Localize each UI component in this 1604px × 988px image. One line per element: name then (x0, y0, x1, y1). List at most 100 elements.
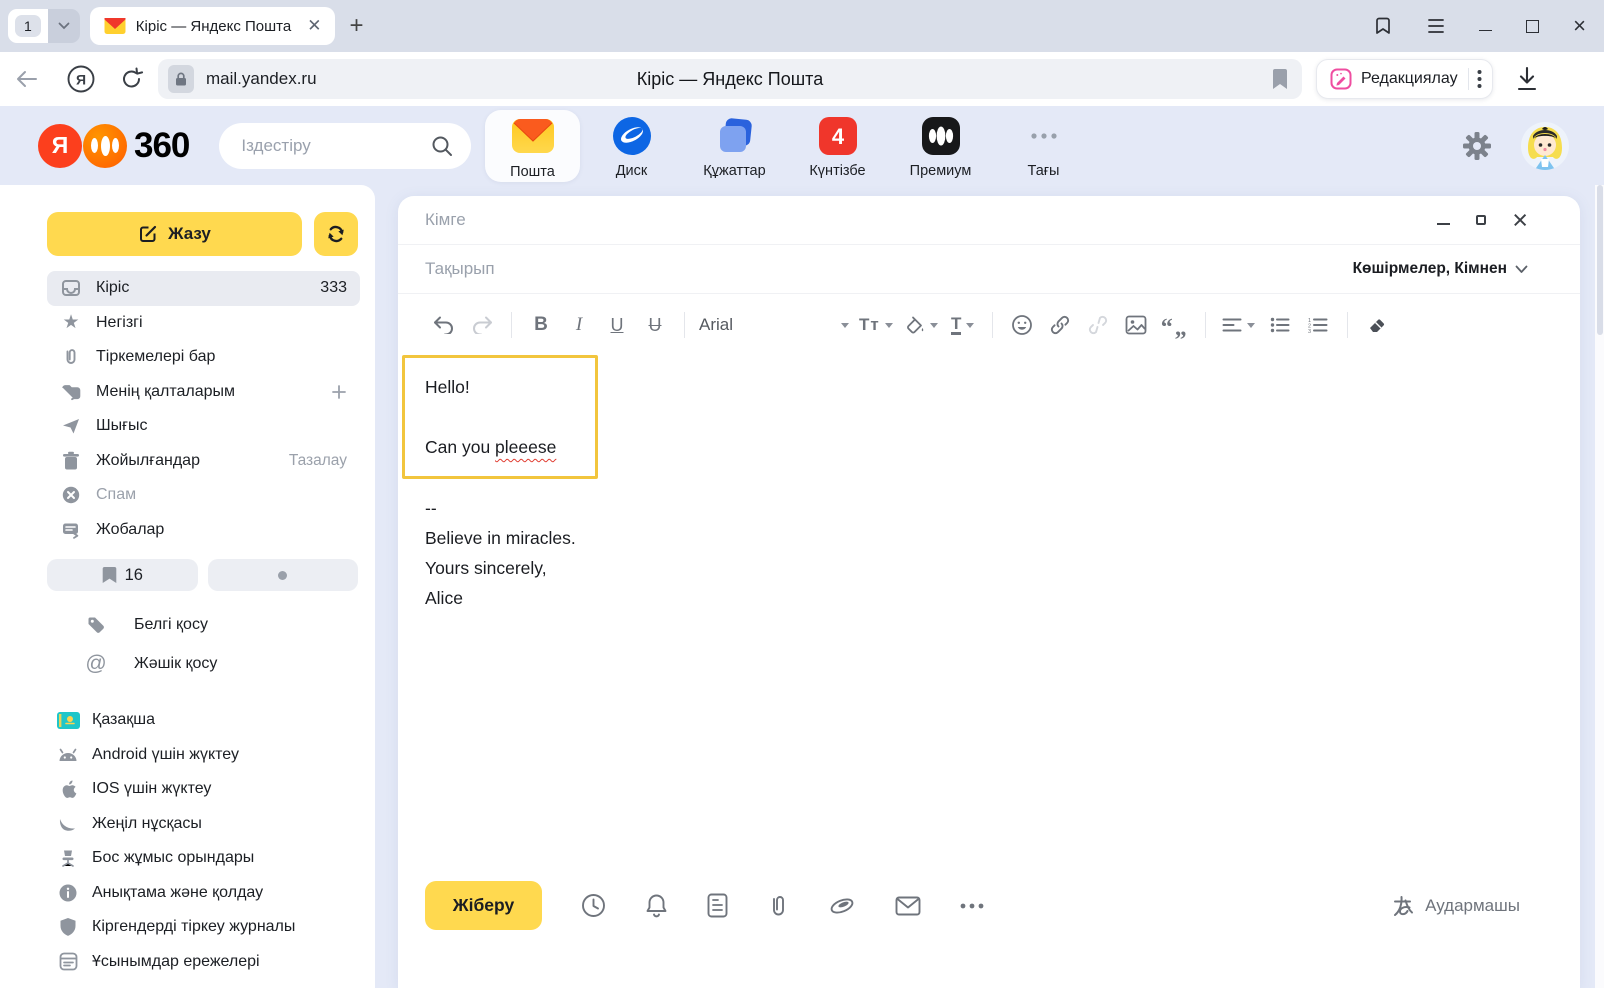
dot-pill[interactable] (208, 559, 359, 591)
vacancies-link[interactable]: Бос жұмыс орындары (56, 841, 375, 876)
remove-link-button[interactable] (1085, 308, 1111, 342)
app-docs[interactable]: Құжаттар (683, 112, 786, 179)
app-premium[interactable]: Премиум (889, 112, 992, 179)
login-journal-link[interactable]: Кіргендерді тіркеу журналы (56, 910, 375, 945)
undo-button[interactable] (431, 308, 457, 342)
insert-image-button[interactable] (1123, 308, 1149, 342)
minimize-compose-icon[interactable] (1437, 223, 1450, 225)
divider (511, 312, 512, 338)
kebab-menu-icon[interactable] (1477, 69, 1482, 89)
add-mailbox-link[interactable]: @ Жәшік қосу (85, 644, 375, 683)
reload-button[interactable] (120, 67, 144, 91)
downloads-button[interactable] (1515, 66, 1539, 92)
scrollbar-thumb[interactable] (1597, 185, 1603, 335)
numbered-list-button[interactable]: 123 (1305, 308, 1331, 342)
sidebar-item-sent[interactable]: Шығыс (47, 409, 360, 444)
to-field[interactable]: Кімге (425, 210, 466, 230)
notification-bell-icon[interactable] (645, 893, 668, 919)
bookmark-flag-icon[interactable] (1272, 68, 1288, 90)
search-icon[interactable] (431, 135, 453, 157)
send-button[interactable]: Жіберу (425, 881, 542, 930)
ios-download-link[interactable]: IOS үшін жүктеу (56, 772, 375, 807)
attach-from-mail-icon[interactable] (895, 896, 921, 916)
app-more[interactable]: Тағы (992, 112, 1095, 179)
compose-window: Кімге × Тақырып Көшірмелер, Кімнен (398, 196, 1580, 988)
app-mail[interactable]: Пошта (485, 110, 580, 182)
compose-footer-icons (581, 881, 984, 930)
emoji-button[interactable] (1009, 308, 1035, 342)
minimize-window-icon[interactable] (1479, 30, 1492, 31)
maximize-window-icon[interactable] (1526, 20, 1539, 33)
font-size-button[interactable]: Tт (859, 308, 893, 342)
compose-button[interactable]: Жазу (47, 212, 302, 256)
folder-label: Кіріс (96, 279, 320, 297)
help-link[interactable]: Анықтама және қолдау (56, 876, 375, 911)
highlight-color-button[interactable] (905, 308, 938, 342)
bullet-list-button[interactable] (1267, 308, 1293, 342)
add-folder-icon[interactable] (331, 384, 347, 400)
yandex-disk-attach-icon[interactable] (828, 894, 856, 918)
svg-text:3: 3 (1308, 329, 1311, 333)
tab-list-chevron[interactable] (48, 9, 80, 43)
font-family-select[interactable]: Arial (699, 315, 849, 335)
template-icon[interactable] (707, 893, 728, 918)
subject-row[interactable]: Тақырып Көшірмелер, Кімнен (398, 245, 1580, 294)
sidebar-item-my-folders[interactable]: Менің қалталарым (47, 375, 360, 410)
insert-link-button[interactable] (1047, 308, 1073, 342)
translator-button[interactable]: Аудармашы (1391, 881, 1520, 930)
cc-from-toggle[interactable]: Көшірмелер, Кімнен (1353, 260, 1528, 278)
text-color-button[interactable]: T (950, 308, 976, 342)
close-window-icon[interactable]: × (1573, 15, 1586, 37)
edit-button[interactable]: Редакциялау (1316, 59, 1493, 99)
address-field[interactable]: mail.yandex.ru Кіріс — Яндекс Пошта (158, 59, 1302, 99)
sidebar-item-drafts[interactable]: Жобалар (47, 513, 360, 548)
recommendations-link[interactable]: Ұсынымдар ережелері (56, 945, 375, 980)
subject-field[interactable]: Тақырып (425, 259, 495, 279)
more-options-icon[interactable] (960, 903, 984, 909)
tab-close-icon[interactable]: ✕ (307, 16, 321, 36)
service-header: Я 360 Пошта (0, 106, 1604, 185)
sidebar-item-inbox[interactable]: Кіріс 333 (47, 271, 360, 306)
sidebar-item-trash[interactable]: Жойылғандар Тазалау (47, 444, 360, 479)
yandex360-logo[interactable]: Я 360 (38, 124, 189, 168)
to-row[interactable]: Кімге × (398, 196, 1580, 245)
redo-button[interactable] (469, 308, 495, 342)
tab-counter[interactable]: 1 (8, 9, 80, 43)
add-label-link[interactable]: Белгі қосу (85, 605, 375, 644)
language-link[interactable]: Қазақша (56, 703, 375, 738)
search-input[interactable] (241, 136, 411, 156)
user-avatar[interactable] (1520, 121, 1570, 171)
page-scrollbar[interactable] (1595, 185, 1604, 988)
align-button[interactable] (1222, 308, 1255, 342)
clear-formatting-button[interactable] (1364, 308, 1390, 342)
clear-trash-button[interactable]: Тазалау (289, 452, 347, 470)
yandex-browser-icon[interactable]: Я (66, 64, 96, 94)
new-tab-button[interactable]: + (349, 12, 363, 40)
saved-pill[interactable]: 16 (47, 559, 198, 591)
browser-tab[interactable]: Кіріс — Яндекс Пошта ✕ (90, 7, 336, 45)
app-disk[interactable]: Диск (580, 112, 683, 179)
strikethrough-button[interactable]: U (642, 308, 668, 342)
sidebar-item-spam[interactable]: Спам (47, 478, 360, 513)
schedule-send-icon[interactable] (581, 893, 606, 918)
android-download-link[interactable]: Android үшін жүктеу (56, 738, 375, 773)
quote-button[interactable]: “„ (1161, 311, 1189, 345)
panel-bookmark-icon[interactable] (1373, 16, 1393, 36)
expand-compose-icon[interactable] (1476, 215, 1486, 225)
search-box[interactable] (219, 123, 471, 169)
attach-file-icon[interactable] (767, 893, 789, 918)
settings-gear-icon[interactable] (1462, 131, 1492, 161)
light-version-link[interactable]: Жеңіл нұсқасы (56, 807, 375, 842)
back-button[interactable] (16, 70, 38, 88)
app-calendar[interactable]: 4 Күнтізбе (786, 112, 889, 179)
refresh-button[interactable] (314, 212, 358, 256)
sidebar-item-attachments[interactable]: Тіркемелері бар (47, 340, 360, 375)
underline-button[interactable]: U (604, 308, 630, 342)
italic-button[interactable]: I (566, 308, 592, 342)
sidebar-item-important[interactable]: ★ Негізгі (47, 306, 360, 341)
message-body[interactable]: Hello! Can you pleeese -- Believe in mir… (398, 356, 1580, 878)
secure-lock-icon[interactable] (168, 65, 194, 93)
bold-button[interactable]: B (528, 308, 554, 342)
close-compose-icon[interactable]: × (1512, 207, 1528, 234)
menu-icon[interactable] (1427, 18, 1445, 34)
